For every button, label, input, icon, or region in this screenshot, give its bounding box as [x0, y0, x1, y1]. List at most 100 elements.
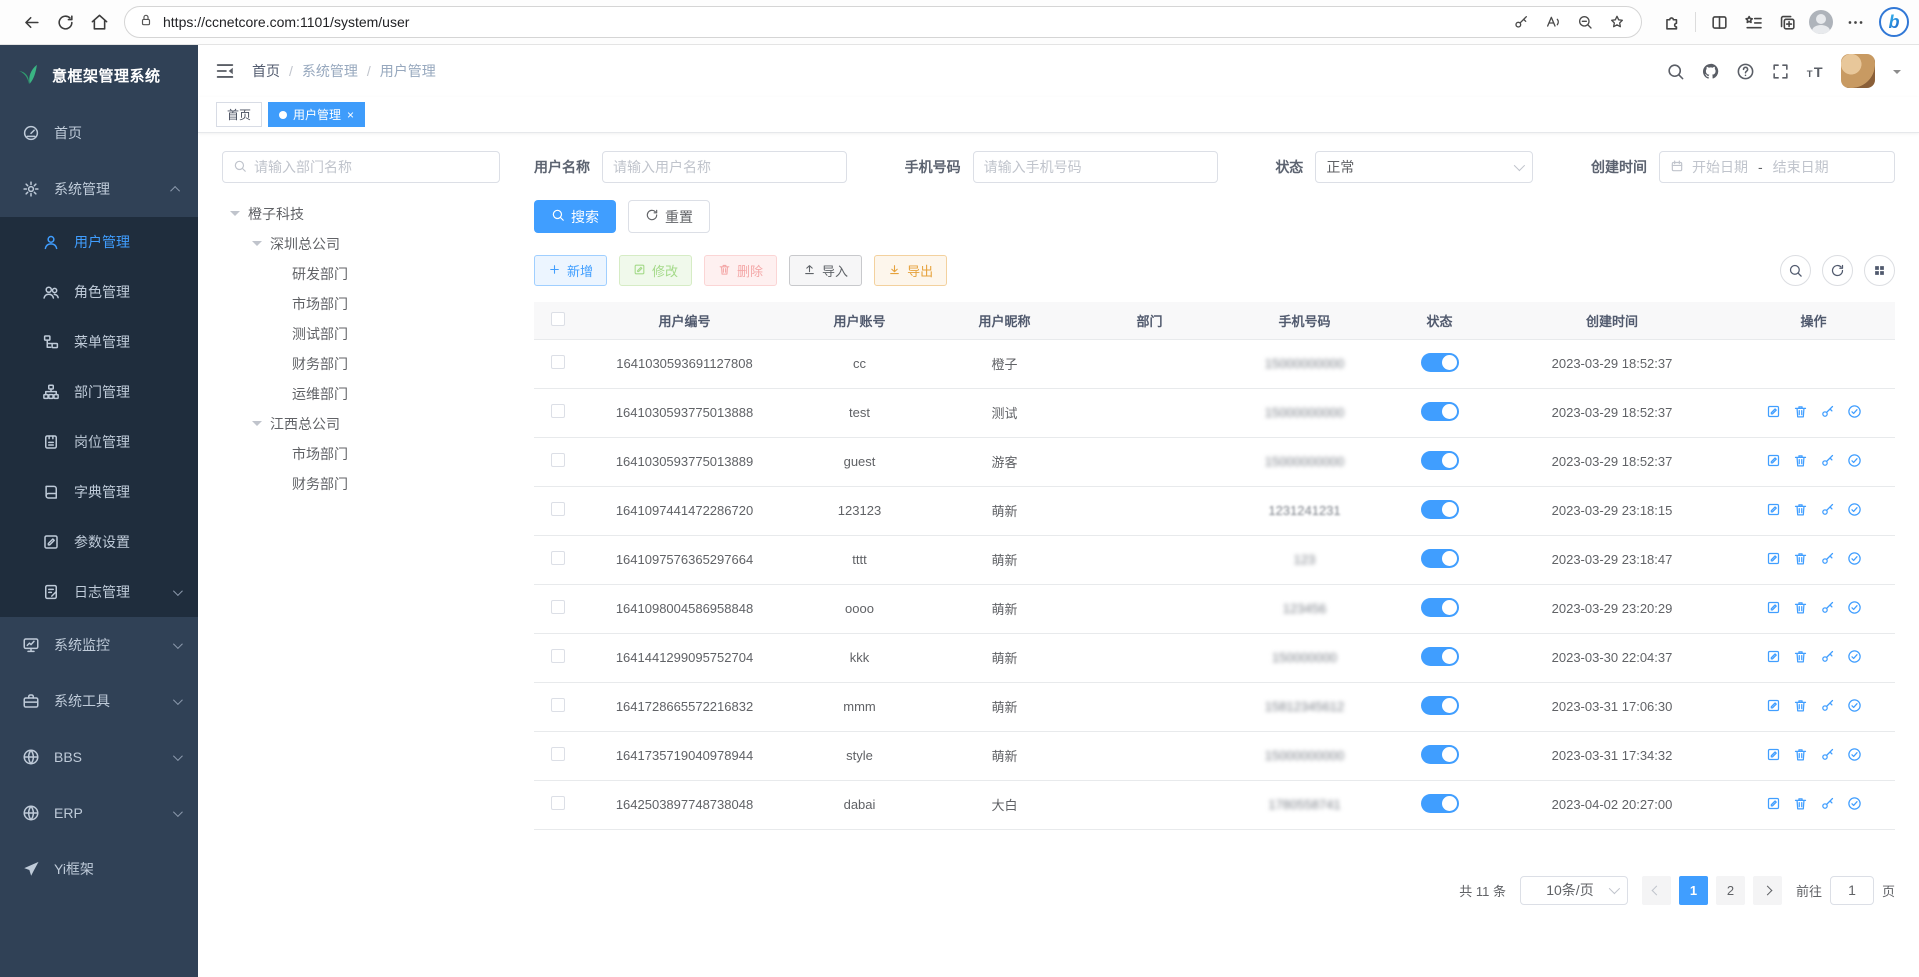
next-page-button[interactable]	[1753, 876, 1782, 905]
status-toggle[interactable]	[1421, 402, 1459, 421]
edit-button[interactable]	[1766, 649, 1781, 667]
browser-profile-avatar[interactable]	[1805, 6, 1837, 38]
sidebar-item-home[interactable]: 首页	[0, 105, 198, 161]
github-icon[interactable]	[1701, 62, 1720, 81]
table-refresh-button[interactable]	[1822, 255, 1853, 286]
delete-button[interactable]	[1793, 747, 1808, 765]
delete-button[interactable]	[1793, 551, 1808, 569]
browser-home-icon[interactable]	[82, 5, 116, 39]
table-search-toggle-button[interactable]	[1780, 255, 1811, 286]
sidebar-item-erp[interactable]: ERP	[0, 785, 198, 841]
status-toggle[interactable]	[1421, 549, 1459, 568]
reset-password-button[interactable]	[1820, 747, 1835, 765]
reset-password-button[interactable]	[1820, 404, 1835, 422]
delete-button[interactable]: 删除	[704, 255, 777, 286]
tree-node-运维部门[interactable]: 运维部门	[222, 379, 500, 409]
row-checkbox[interactable]	[551, 796, 565, 810]
header-search-icon[interactable]	[1666, 62, 1685, 81]
page-button-2[interactable]: 2	[1716, 876, 1745, 905]
status-select[interactable]: 正常	[1315, 151, 1533, 183]
delete-button[interactable]	[1793, 502, 1808, 520]
edit-button[interactable]	[1766, 404, 1781, 422]
assign-role-button[interactable]	[1847, 600, 1862, 618]
collections-icon[interactable]	[1771, 6, 1803, 38]
assign-role-button[interactable]	[1847, 502, 1862, 520]
phone-input[interactable]: 请输入手机号码	[973, 151, 1218, 183]
delete-button[interactable]	[1793, 453, 1808, 471]
delete-button[interactable]	[1793, 649, 1808, 667]
tree-node-财务部门[interactable]: 财务部门	[222, 349, 500, 379]
delete-button[interactable]	[1793, 404, 1808, 422]
row-checkbox[interactable]	[551, 404, 565, 418]
reset-password-button[interactable]	[1820, 649, 1835, 667]
reset-button[interactable]: 重置	[628, 200, 710, 233]
reset-password-button[interactable]	[1820, 502, 1835, 520]
extensions-icon[interactable]	[1656, 6, 1688, 38]
user-avatar[interactable]	[1841, 54, 1875, 88]
assign-role-button[interactable]	[1847, 551, 1862, 569]
tree-node-橙子科技[interactable]: 橙子科技	[222, 199, 500, 229]
tag-view-用户管理[interactable]: 用户管理×	[268, 102, 365, 127]
url-text[interactable]: https://ccnetcore.com:1101/system/user	[163, 14, 1507, 30]
tree-node-市场部门[interactable]: 市场部门	[222, 289, 500, 319]
assign-role-button[interactable]	[1847, 698, 1862, 716]
sidebar-item-post-mgmt[interactable]: 岗位管理	[0, 417, 198, 467]
page-size-select[interactable]: 10条/页	[1520, 876, 1628, 905]
dept-search-input[interactable]: 请输入部门名称	[222, 151, 500, 183]
sidebar-item-system-mgmt[interactable]: 系统管理	[0, 161, 198, 217]
edit-button[interactable]	[1766, 796, 1781, 814]
delete-button[interactable]	[1793, 698, 1808, 716]
edit-button[interactable]	[1766, 453, 1781, 471]
sidebar-item-yi-framework[interactable]: Yi框架	[0, 841, 198, 897]
status-toggle[interactable]	[1421, 598, 1459, 617]
assign-role-button[interactable]	[1847, 649, 1862, 667]
status-toggle[interactable]	[1421, 500, 1459, 519]
reset-password-button[interactable]	[1820, 698, 1835, 716]
username-input[interactable]: 请输入用户名称	[602, 151, 847, 183]
font-size-icon[interactable]: TT	[1806, 62, 1825, 81]
status-toggle[interactable]	[1421, 647, 1459, 666]
delete-button[interactable]	[1793, 796, 1808, 814]
tree-node-深圳总公司[interactable]: 深圳总公司	[222, 229, 500, 259]
browser-refresh-icon[interactable]	[48, 5, 82, 39]
add-button[interactable]: 新增	[534, 255, 607, 286]
sidebar-item-sys-tools[interactable]: 系统工具	[0, 673, 198, 729]
row-checkbox[interactable]	[551, 747, 565, 761]
close-icon[interactable]: ×	[347, 109, 354, 121]
address-bar[interactable]: https://ccnetcore.com:1101/system/user	[124, 6, 1642, 38]
fullscreen-icon[interactable]	[1771, 62, 1790, 81]
reset-password-button[interactable]	[1820, 551, 1835, 569]
assign-role-button[interactable]	[1847, 404, 1862, 422]
help-icon[interactable]	[1736, 62, 1755, 81]
sidebar-item-param-setting[interactable]: 参数设置	[0, 517, 198, 567]
sidebar-item-menu-mgmt[interactable]: 菜单管理	[0, 317, 198, 367]
assign-role-button[interactable]	[1847, 453, 1862, 471]
status-toggle[interactable]	[1421, 451, 1459, 470]
row-checkbox[interactable]	[551, 551, 565, 565]
sidebar-fold-icon[interactable]	[214, 60, 236, 82]
reset-password-button[interactable]	[1820, 600, 1835, 618]
split-screen-icon[interactable]	[1703, 6, 1735, 38]
breadcrumb-item[interactable]: 首页	[252, 61, 280, 81]
export-button[interactable]: 导出	[874, 255, 947, 286]
sidebar-item-user-mgmt[interactable]: 用户管理	[0, 217, 198, 267]
browser-back-icon[interactable]	[14, 5, 48, 39]
edit-button[interactable]	[1766, 747, 1781, 765]
sidebar-item-dept-mgmt[interactable]: 部门管理	[0, 367, 198, 417]
row-checkbox[interactable]	[551, 502, 565, 516]
sidebar-item-bbs[interactable]: BBS	[0, 729, 198, 785]
browser-more-icon[interactable]	[1839, 6, 1871, 38]
avatar-caret-icon[interactable]	[1893, 70, 1901, 78]
edit-button[interactable]	[1766, 502, 1781, 520]
edit-button[interactable]	[1766, 698, 1781, 716]
edit-button[interactable]: 修改	[619, 255, 692, 286]
row-checkbox[interactable]	[551, 600, 565, 614]
tree-node-测试部门[interactable]: 测试部门	[222, 319, 500, 349]
sidebar-item-dict-mgmt[interactable]: 字典管理	[0, 467, 198, 517]
sidebar-item-sys-monitor[interactable]: 系统监控	[0, 617, 198, 673]
reset-password-button[interactable]	[1820, 453, 1835, 471]
favorite-star-icon[interactable]	[1603, 8, 1631, 36]
select-all-checkbox[interactable]	[551, 312, 565, 326]
assign-role-button[interactable]	[1847, 747, 1862, 765]
import-button[interactable]: 导入	[789, 255, 862, 286]
